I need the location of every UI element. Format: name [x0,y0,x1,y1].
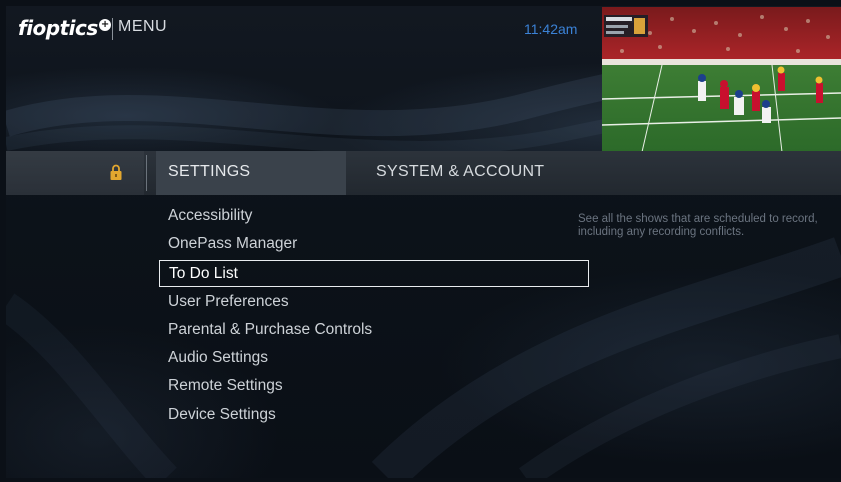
menu-item-onepass-manager[interactable]: OnePass Manager [159,230,589,258]
page-title: MENU [118,18,168,35]
settings-menu-list: Accessibility OnePass Manager To Do List… [159,202,589,429]
lock-cell[interactable] [6,151,144,195]
menu-item-device-settings[interactable]: Device Settings [159,401,589,429]
tab-system-account-label: SYSTEM & ACCOUNT [376,163,545,180]
menu-item-to-do-list[interactable]: To Do List [159,259,589,287]
menu-item-parental-purchase-controls[interactable]: Parental & Purchase Controls [159,316,589,344]
menu-item-user-preferences[interactable]: User Preferences [159,288,589,316]
menu-item-accessibility[interactable]: Accessibility [159,202,589,230]
menu-item-audio-settings[interactable]: Audio Settings [159,344,589,372]
header-divider [112,18,113,40]
lock-icon [110,164,122,180]
tv-screen: fioptics + MENU 11:42am SETTINGS SYSTEM … [6,6,841,478]
tab-settings[interactable]: SETTINGS [156,151,346,195]
brand-name: fioptics [18,16,98,40]
item-description: See all the shows that are scheduled to … [578,213,818,238]
fioptics-logo: fioptics + [18,16,111,40]
clock: 11:42am [524,21,578,37]
tab-separator [146,155,147,191]
tab-settings-label: SETTINGS [168,163,251,180]
football-broadcast-image [602,7,841,152]
live-tv-preview[interactable] [602,7,841,152]
tab-bar: SETTINGS SYSTEM & ACCOUNT [6,151,841,195]
tab-system-account[interactable]: SYSTEM & ACCOUNT [362,151,582,195]
menu-item-remote-settings[interactable]: Remote Settings [159,372,589,400]
brand-plus-mark: + [98,19,111,32]
